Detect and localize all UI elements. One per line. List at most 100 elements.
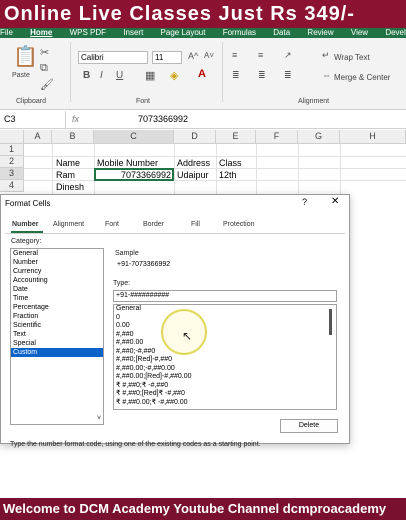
font-color-icon[interactable]: A <box>198 68 206 80</box>
row-header-3[interactable]: 3 <box>0 168 24 180</box>
row-header-4[interactable]: 4 <box>0 180 24 192</box>
format-code-list[interactable]: General 0 0.00 #,##0 #,##0.00 #,##0;-#,#… <box>113 304 337 410</box>
cell-e3[interactable]: 12th <box>217 169 237 181</box>
column-header-d[interactable]: D <box>174 130 216 144</box>
borders-icon[interactable]: ▦ <box>145 69 155 82</box>
align-top-icon[interactable]: ≡ <box>232 50 237 60</box>
formula-bar: C3 fx 7073366992 <box>0 111 406 129</box>
format-item[interactable]: ₹ #,##0;₹ -#,##0 <box>114 382 336 391</box>
formula-input[interactable]: 7073366992 <box>138 111 188 128</box>
align-center-icon[interactable]: ≣ <box>258 70 266 81</box>
format-list-scrollbar-thumb[interactable] <box>329 309 332 335</box>
tab-protection[interactable]: Protection <box>223 221 255 228</box>
category-time[interactable]: Time <box>11 294 103 303</box>
tab-review[interactable]: Review <box>307 28 333 37</box>
tab-font[interactable]: Font <box>105 221 119 228</box>
column-header-f[interactable]: F <box>256 130 298 144</box>
font-name-select[interactable]: Calibri <box>78 51 148 64</box>
category-percentage[interactable]: Percentage <box>11 303 103 312</box>
paste-label[interactable]: Paste <box>12 72 30 79</box>
tab-formulas[interactable]: Formulas <box>223 28 256 37</box>
row-header-2[interactable]: 2 <box>0 156 24 168</box>
wrap-text-button[interactable]: Wrap Text <box>334 53 370 62</box>
format-item[interactable]: 0.00 <box>114 322 336 331</box>
format-item[interactable]: General <box>114 305 336 314</box>
category-special[interactable]: Special <box>11 339 103 348</box>
shrink-font-icon[interactable]: A˅ <box>204 51 214 60</box>
align-left-icon[interactable]: ≣ <box>232 70 240 81</box>
orientation-icon[interactable]: ↗ <box>284 50 292 61</box>
cut-icon[interactable]: ✂ <box>40 46 49 59</box>
paste-icon[interactable]: 📋 <box>13 44 38 69</box>
format-item[interactable]: 0 <box>114 314 336 323</box>
column-header-h[interactable]: H <box>340 130 406 144</box>
cell-d2[interactable]: Address <box>175 157 210 169</box>
tab-alignment[interactable]: Alignment <box>53 221 84 228</box>
column-header-c[interactable]: C <box>94 130 174 144</box>
tab-file[interactable]: File <box>0 28 13 37</box>
fx-icon[interactable]: fx <box>72 111 79 128</box>
format-item[interactable]: #,##0;[Red]-#,##0 <box>114 356 336 365</box>
merge-center-icon[interactable]: ⇔ <box>322 70 331 80</box>
italic-button[interactable]: I <box>100 70 103 81</box>
cell-e2[interactable]: Class <box>217 157 242 169</box>
name-box[interactable]: C3 <box>0 111 66 128</box>
underline-button[interactable]: U <box>116 70 123 81</box>
close-button[interactable]: ✕ <box>331 196 339 207</box>
merge-center-button[interactable]: Merge & Center <box>334 73 390 82</box>
format-item[interactable]: #,##0 <box>114 331 336 340</box>
align-right-icon[interactable]: ≣ <box>284 70 292 81</box>
cell-b2[interactable]: Name <box>54 157 80 169</box>
format-item[interactable]: #,##0.00;[Red]-#,##0.00 <box>114 373 336 382</box>
tab-border[interactable]: Border <box>143 221 164 228</box>
gridline <box>340 144 341 194</box>
row-header-1[interactable]: 1 <box>0 144 24 156</box>
column-header-b[interactable]: B <box>52 130 94 144</box>
format-item[interactable]: ₹ #,##0;[Red]₹ -#,##0 <box>114 390 336 399</box>
fill-color-icon[interactable]: ◈ <box>170 69 178 82</box>
tab-view[interactable]: View <box>351 28 368 37</box>
category-currency[interactable]: Currency <box>11 267 103 276</box>
category-scientific[interactable]: Scientific <box>11 321 103 330</box>
format-item[interactable]: #,##0.00 <box>114 339 336 348</box>
copy-icon[interactable]: ⧉ <box>40 62 48 75</box>
column-header-g[interactable]: G <box>298 130 340 144</box>
tab-insert[interactable]: Insert <box>123 28 143 37</box>
column-header-e[interactable]: E <box>216 130 256 144</box>
category-text[interactable]: Text <box>11 330 103 339</box>
tab-data[interactable]: Data <box>273 28 290 37</box>
wrap-text-icon[interactable]: ↵ <box>322 50 330 61</box>
help-button[interactable]: ? <box>302 197 307 207</box>
type-input[interactable]: +91-########## <box>113 290 337 302</box>
format-item[interactable]: #,##0.00;-#,##0.00 <box>114 365 336 374</box>
cell-b4[interactable]: Dinesh <box>54 181 84 193</box>
select-all-corner[interactable] <box>0 130 24 144</box>
tab-developer[interactable]: Develop <box>385 28 406 37</box>
category-accounting[interactable]: Accounting <box>11 276 103 285</box>
delete-button[interactable]: Delete <box>280 419 338 433</box>
category-date[interactable]: Date <box>11 285 103 294</box>
cell-b3[interactable]: Ram <box>54 169 75 181</box>
category-scrollbar[interactable] <box>97 251 102 423</box>
grow-font-icon[interactable]: A^ <box>188 51 198 61</box>
align-middle-icon[interactable]: ≡ <box>258 50 263 60</box>
category-list[interactable]: General Number Currency Accounting Date … <box>10 248 104 425</box>
mouse-cursor-icon: ↖ <box>182 329 193 343</box>
format-item[interactable]: ₹ #,##0.00;₹ -#,##0.00 <box>114 399 336 408</box>
column-header-a[interactable]: A <box>24 130 52 144</box>
font-size-select[interactable]: 11 <box>152 51 182 64</box>
tab-wps-pdf[interactable]: WPS PDF <box>70 28 106 37</box>
scroll-down-icon[interactable]: ˅ <box>97 415 101 422</box>
category-custom[interactable]: Custom <box>11 348 103 357</box>
tab-fill[interactable]: Fill <box>191 221 200 228</box>
bold-button[interactable]: B <box>83 70 90 81</box>
category-number[interactable]: Number <box>11 258 103 267</box>
category-fraction[interactable]: Fraction <box>11 312 103 321</box>
format-painter-icon[interactable]: 🖌 <box>40 78 54 91</box>
cell-d3[interactable]: Udaipur <box>175 169 209 181</box>
format-item[interactable]: #,##0;-#,##0 <box>114 348 336 357</box>
tab-number[interactable]: Number <box>12 221 38 228</box>
category-general[interactable]: General <box>11 249 103 258</box>
tab-home[interactable]: Home <box>30 28 52 37</box>
tab-page-layout[interactable]: Page Layout <box>161 28 206 37</box>
